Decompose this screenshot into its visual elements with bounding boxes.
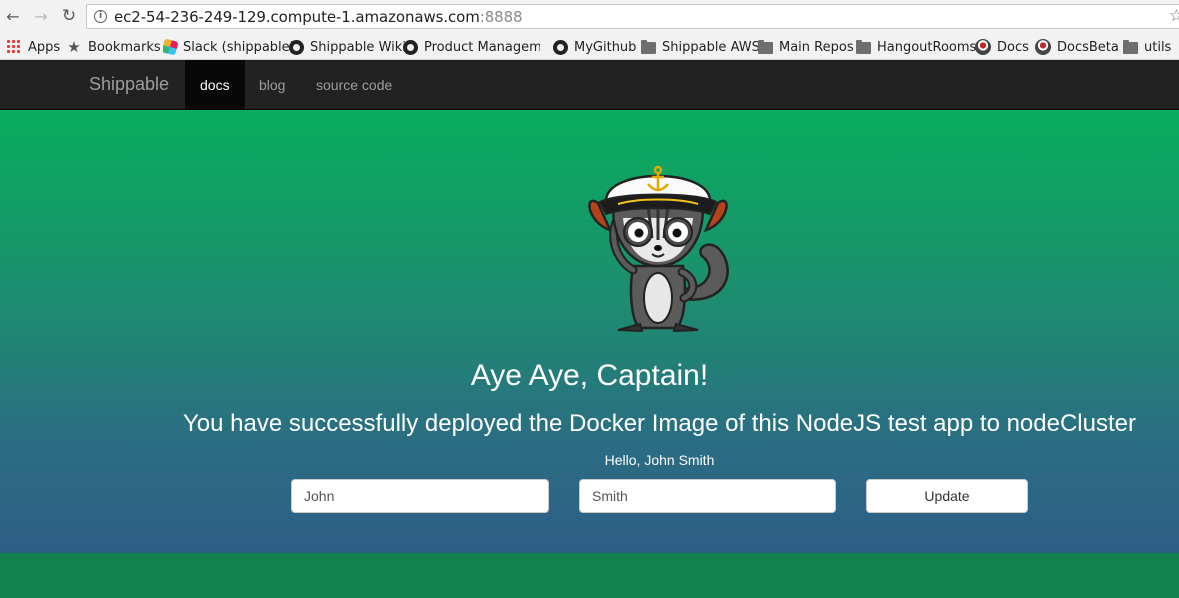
forward-arrow-icon[interactable]: →: [30, 5, 52, 27]
hero-headline: Aye Aye, Captain!: [470, 359, 709, 392]
reload-icon[interactable]: ↻: [58, 5, 80, 27]
bookmark-label: MyGithub: [574, 39, 637, 55]
first-name-input[interactable]: [291, 479, 549, 513]
bookmark-star-icon[interactable]: ☆: [1169, 6, 1179, 26]
bookmark-label: Docs: [997, 39, 1029, 55]
folder-icon: [1123, 40, 1138, 54]
bookmark-bookmarks[interactable]: ★ Bookmarks: [66, 37, 161, 57]
github-icon: [289, 39, 304, 55]
bookmark-docsbeta[interactable]: DocsBeta: [1035, 37, 1119, 57]
bookmark-label: Shippable AWS: [662, 39, 760, 55]
nav-link-docs[interactable]: docs: [185, 60, 245, 110]
star-icon: ★: [67, 38, 81, 56]
url-host: ec2-54-236-249-129.compute-1.amazonaws.c…: [114, 8, 480, 26]
bookmark-hangoutrooms[interactable]: HangoutRooms: [856, 37, 976, 57]
bookmark-label: Product Manageme: [424, 39, 540, 55]
bookmark-mygithub[interactable]: MyGithub: [553, 37, 636, 57]
bookmark-slack[interactable]: Slack (shippable): [163, 37, 295, 57]
apps-grid-icon: [6, 39, 22, 55]
bookmark-apps[interactable]: Apps: [6, 37, 60, 57]
shippable-icon: [975, 39, 991, 55]
bookmark-label: Apps: [28, 39, 61, 55]
hero-section: Aye Aye, Captain! You have successfully …: [0, 110, 1179, 553]
bookmarks-bar: Apps ★ Bookmarks Slack (shippable) Shipp…: [0, 33, 1179, 60]
folder-icon: [856, 40, 871, 54]
nav-link-blog[interactable]: blog: [244, 60, 300, 110]
bookmark-main-repos[interactable]: Main Repos: [758, 37, 854, 57]
bookmark-shippable-wiki[interactable]: Shippable Wiki: [289, 37, 406, 57]
bookmark-label: utils: [1144, 39, 1172, 55]
github-icon: [553, 39, 568, 55]
captain-lemur-mascot: [588, 165, 729, 333]
bookmark-product-management[interactable]: Product Manageme: [403, 37, 540, 57]
bookmark-label: Bookmarks: [88, 39, 161, 55]
bookmark-label: HangoutRooms: [877, 39, 977, 55]
deploy-success-message: You have successfully deployed the Docke…: [182, 410, 1136, 437]
update-button[interactable]: Update: [866, 479, 1028, 513]
bookmark-label: Slack (shippable): [183, 39, 295, 55]
app-navbar: Shippable docs blog source code: [0, 60, 1179, 110]
slack-icon: [163, 38, 179, 56]
last-name-input[interactable]: [579, 479, 836, 513]
brand-link[interactable]: Shippable: [89, 74, 169, 95]
url-text[interactable]: ec2-54-236-249-129.compute-1.amazonaws.c…: [114, 8, 523, 26]
address-bar[interactable]: i ec2-54-236-249-129.compute-1.amazonaws…: [86, 4, 1179, 29]
bookmark-docs[interactable]: Docs: [975, 37, 1029, 57]
url-port: :8888: [479, 8, 523, 26]
folder-icon: [758, 40, 773, 54]
browser-toolbar: ← → ↻ i ec2-54-236-249-129.compute-1.ama…: [0, 0, 1179, 33]
bookmark-label: Main Repos: [779, 39, 854, 55]
bookmark-label: Shippable Wiki: [310, 39, 406, 55]
bookmark-utils[interactable]: utils: [1123, 37, 1171, 57]
back-arrow-icon[interactable]: ←: [2, 5, 24, 27]
github-icon: [403, 39, 418, 55]
bookmark-shippable-aws[interactable]: Shippable AWS: [641, 37, 760, 57]
folder-icon: [641, 40, 656, 54]
info-icon[interactable]: i: [94, 10, 107, 23]
greeting-text: Hello, John Smith: [604, 452, 715, 468]
nav-link-source-code[interactable]: source code: [301, 60, 407, 110]
bookmark-label: DocsBeta: [1057, 39, 1119, 55]
shippable-icon: [1035, 39, 1051, 55]
footer-band: [0, 553, 1179, 598]
